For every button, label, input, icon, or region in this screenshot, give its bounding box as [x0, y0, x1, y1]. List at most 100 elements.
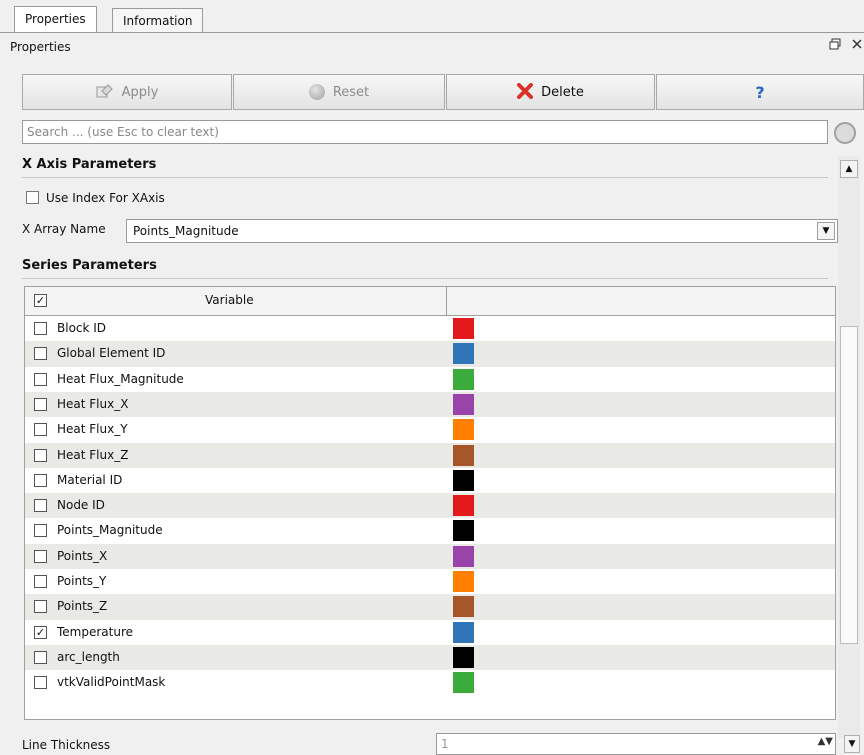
row-checkbox[interactable]	[34, 473, 47, 487]
variable-name: arc_length	[57, 649, 120, 664]
reset-icon	[308, 84, 325, 100]
table-row[interactable]: Node ID	[25, 493, 835, 519]
x-array-name-select[interactable]: Points_Magnitude ▼	[126, 219, 838, 243]
table-row[interactable]: Points_Magnitude	[25, 518, 835, 543]
table-row[interactable]: Block ID	[25, 316, 835, 341]
row-checkbox[interactable]	[34, 347, 47, 361]
tab-properties[interactable]: Properties	[14, 6, 97, 33]
variable-name: vtkValidPointMask	[57, 675, 166, 690]
x-axis-divider	[22, 177, 828, 178]
apply-label: Apply	[121, 84, 159, 100]
row-checkbox[interactable]	[34, 575, 47, 588]
variable-column-header: Variable	[205, 293, 254, 307]
use-index-checkbox[interactable]	[26, 191, 39, 207]
scroll-thumb[interactable]	[840, 326, 858, 644]
row-checkbox[interactable]	[34, 650, 47, 664]
apply-icon	[96, 83, 114, 102]
variable-name: Temperature	[57, 624, 134, 639]
tab-information[interactable]: Information	[112, 8, 204, 32]
row-checkbox[interactable]	[34, 397, 47, 411]
row-checkbox[interactable]	[34, 448, 47, 462]
color-swatch[interactable]	[453, 621, 474, 643]
row-checkbox[interactable]: ✓	[34, 625, 47, 639]
series-table: ✓ Variable Block ID Global Element ID Heat…	[24, 286, 836, 720]
row-checkbox[interactable]	[34, 322, 47, 335]
variable-name: Heat Flux_Magnitude	[57, 371, 184, 386]
row-checkbox[interactable]	[34, 423, 47, 437]
table-header: ✓ Variable	[25, 287, 835, 316]
variable-name: Heat Flux_Z	[57, 447, 129, 462]
color-swatch[interactable]	[453, 343, 474, 365]
series-divider	[22, 278, 828, 279]
row-checkbox[interactable]	[34, 676, 47, 690]
table-row[interactable]: Heat Flux_X	[25, 391, 835, 418]
scroll-up-icon[interactable]: ▲	[840, 160, 858, 178]
spinner-icon[interactable]: ▲▼	[818, 736, 833, 747]
apply-button[interactable]: Apply	[22, 74, 232, 110]
delete-icon	[517, 82, 534, 102]
close-panel-icon[interactable]	[852, 38, 862, 52]
variable-name: Node ID	[57, 498, 105, 513]
x-array-name-value: Points_Magnitude	[133, 224, 239, 238]
row-checkbox[interactable]	[34, 372, 47, 386]
table-row[interactable]: Points_Y	[25, 569, 835, 594]
variable-name: Heat Flux_X	[57, 396, 129, 411]
variable-name: Material ID	[57, 472, 123, 487]
gear-icon[interactable]	[834, 122, 856, 144]
x-array-name-label: X Array Name	[22, 222, 106, 236]
table-row[interactable]: vtkValidPointMask	[25, 670, 835, 695]
table-row[interactable]: Material ID	[25, 468, 835, 493]
color-swatch[interactable]	[453, 596, 474, 618]
row-checkbox[interactable]	[34, 549, 47, 563]
tab-divider	[0, 32, 864, 33]
variable-name: Block ID	[57, 321, 107, 335]
table-row[interactable]: Heat Flux_Magnitude	[25, 367, 835, 392]
color-swatch[interactable]	[453, 672, 474, 694]
color-swatch[interactable]	[453, 393, 474, 415]
color-swatch[interactable]	[453, 318, 474, 339]
chevron-down-icon[interactable]: ▼	[817, 222, 835, 240]
color-swatch[interactable]	[453, 419, 474, 441]
row-checkbox[interactable]	[34, 499, 47, 513]
delete-label: Delete	[541, 84, 584, 100]
table-row[interactable]: ✓ Temperature	[25, 620, 835, 645]
row-checkbox[interactable]	[34, 600, 47, 614]
variable-name: Heat Flux_Y	[57, 422, 128, 437]
color-swatch[interactable]	[453, 495, 474, 517]
color-swatch[interactable]	[453, 520, 474, 542]
scroll-down-icon[interactable]: ▼	[844, 735, 860, 753]
delete-button[interactable]: Delete	[446, 74, 655, 110]
color-swatch[interactable]	[453, 368, 474, 390]
variable-name: Global Element ID	[57, 346, 166, 361]
float-panel-icon[interactable]	[829, 38, 841, 53]
variable-name: Points_X	[57, 548, 108, 563]
search-input[interactable]	[22, 120, 828, 144]
variable-name: Points_Z	[57, 599, 108, 614]
reset-button[interactable]: Reset	[233, 74, 445, 110]
line-thickness-value: 1	[441, 737, 449, 751]
use-index-label: Use Index For XAxis	[46, 191, 165, 205]
line-thickness-label: Line Thickness	[22, 738, 111, 752]
panel-title: Properties	[10, 40, 71, 54]
color-swatch[interactable]	[453, 469, 474, 491]
table-row[interactable]: Heat Flux_Z	[25, 442, 835, 468]
table-row[interactable]: Global Element ID	[25, 341, 835, 367]
variable-name: Points_Y	[57, 574, 107, 588]
color-swatch[interactable]	[453, 545, 474, 567]
table-row[interactable]: Heat Flux_Y	[25, 417, 835, 442]
select-all-checkbox[interactable]: ✓	[34, 294, 47, 307]
vertical-scrollbar[interactable]: ▲	[838, 156, 860, 738]
variable-name: Points_Magnitude	[57, 523, 163, 538]
line-thickness-input[interactable]: 1 ▲▼	[436, 733, 836, 755]
row-checkbox[interactable]	[34, 524, 47, 538]
help-icon: ?	[755, 82, 765, 102]
series-heading: Series Parameters	[22, 258, 157, 273]
table-row[interactable]: Points_X	[25, 543, 835, 569]
x-axis-heading: X Axis Parameters	[22, 157, 157, 172]
table-row[interactable]: arc_length	[25, 644, 835, 671]
color-swatch[interactable]	[453, 646, 474, 668]
color-swatch[interactable]	[453, 571, 474, 592]
table-row[interactable]: Points_Z	[25, 594, 835, 620]
help-button[interactable]: ?	[656, 74, 864, 110]
color-swatch[interactable]	[453, 444, 474, 466]
